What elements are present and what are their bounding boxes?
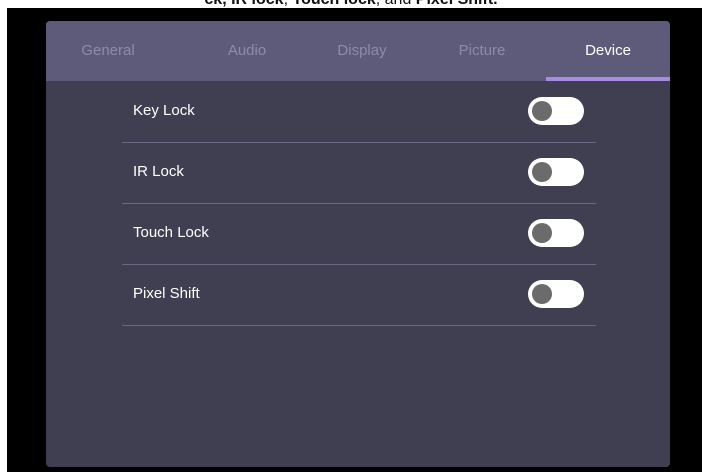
toggle-knob (532, 284, 552, 304)
tab-label: Audio (227, 42, 267, 59)
toggle-knob (532, 223, 552, 243)
toggle-knob (532, 101, 552, 121)
setting-label: Key Lock (133, 102, 195, 119)
setting-row-pixel-shift: Pixel Shift (122, 264, 596, 326)
settings-panel: General Audio Display Picture Device Key… (46, 21, 670, 467)
setting-row-ir-lock: IR Lock (122, 142, 596, 204)
setting-row-touch-lock: Touch Lock (122, 203, 596, 265)
key-lock-toggle[interactable] (528, 97, 584, 125)
tab-display[interactable]: Display (306, 21, 418, 81)
setting-label: Touch Lock (133, 224, 209, 241)
caption-touch-lock: Touch lock (292, 0, 375, 8)
caption-pixel-shift: Pixel Shift. (416, 0, 498, 8)
tab-picture[interactable]: Picture (426, 21, 538, 81)
tab-label: Device (585, 42, 631, 59)
pixel-shift-toggle[interactable] (528, 280, 584, 308)
toggle-knob (532, 162, 552, 182)
caption-prefix: ck, (204, 0, 226, 8)
caption-separator: , and (376, 0, 412, 8)
tab-bar: General Audio Display Picture Device (46, 21, 670, 81)
touch-lock-toggle[interactable] (528, 219, 584, 247)
caption-ir-lock: IR lock (231, 0, 283, 8)
tab-general[interactable]: General (52, 21, 164, 81)
setting-label: Pixel Shift (133, 285, 200, 302)
setting-row-key-lock: Key Lock (122, 81, 596, 143)
tab-label: Display (337, 42, 387, 59)
setting-label: IR Lock (133, 163, 184, 180)
tab-audio[interactable]: Audio (191, 21, 303, 81)
caption-separator: , (284, 0, 288, 8)
tab-device[interactable]: Device (546, 21, 670, 81)
tab-label: Picture (458, 42, 506, 59)
tab-label: General (81, 42, 135, 59)
ir-lock-toggle[interactable] (528, 158, 584, 186)
